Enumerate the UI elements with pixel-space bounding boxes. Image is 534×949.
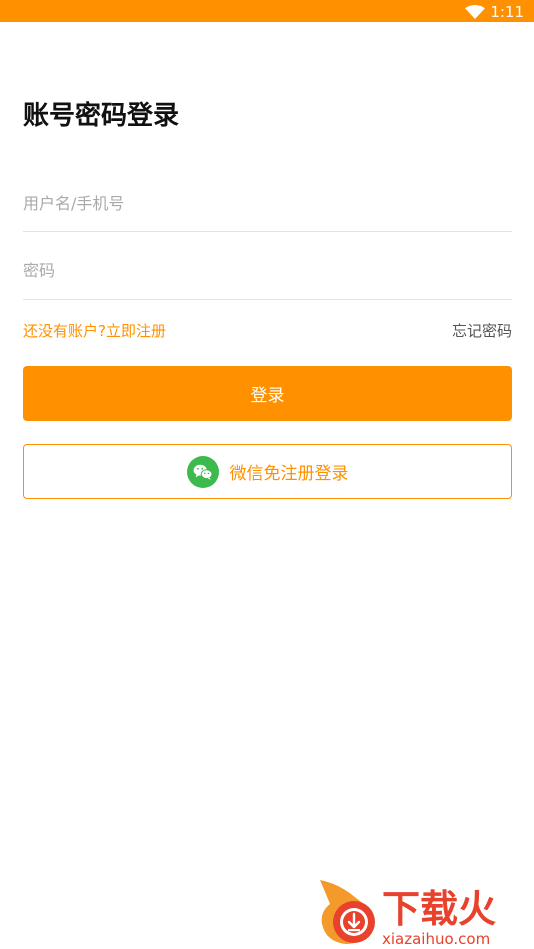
- page-title: 账号密码登录: [23, 101, 180, 131]
- wifi-icon: [465, 5, 485, 19]
- watermark-flame-icon: 下载火 xiazaihuo.com: [320, 880, 496, 948]
- watermark-domain-text: xiazaihuo.com: [382, 930, 490, 948]
- password-input[interactable]: [23, 250, 512, 290]
- status-time: 1:11: [490, 3, 524, 21]
- watermark-logo: 下载火 xiazaihuo.com: [316, 878, 530, 948]
- register-link[interactable]: 还没有账户?立即注册: [23, 321, 166, 341]
- wechat-login-label: 微信免注册登录: [229, 464, 349, 484]
- wechat-login-button[interactable]: 微信免注册登录: [23, 444, 512, 499]
- status-bar: 1:11: [0, 0, 534, 22]
- login-button[interactable]: 登录: [23, 366, 512, 421]
- username-input[interactable]: [23, 183, 512, 223]
- forgot-password-link[interactable]: 忘记密码: [452, 321, 512, 341]
- watermark-brand-text: 下载火: [382, 887, 496, 931]
- password-field-row: [23, 250, 512, 300]
- username-field-row: [23, 183, 512, 232]
- wechat-icon: [186, 455, 219, 488]
- login-screen: 1:11 账号密码登录 还没有账户?立即注册 忘记密码 登录 微信免注册登录: [0, 0, 534, 949]
